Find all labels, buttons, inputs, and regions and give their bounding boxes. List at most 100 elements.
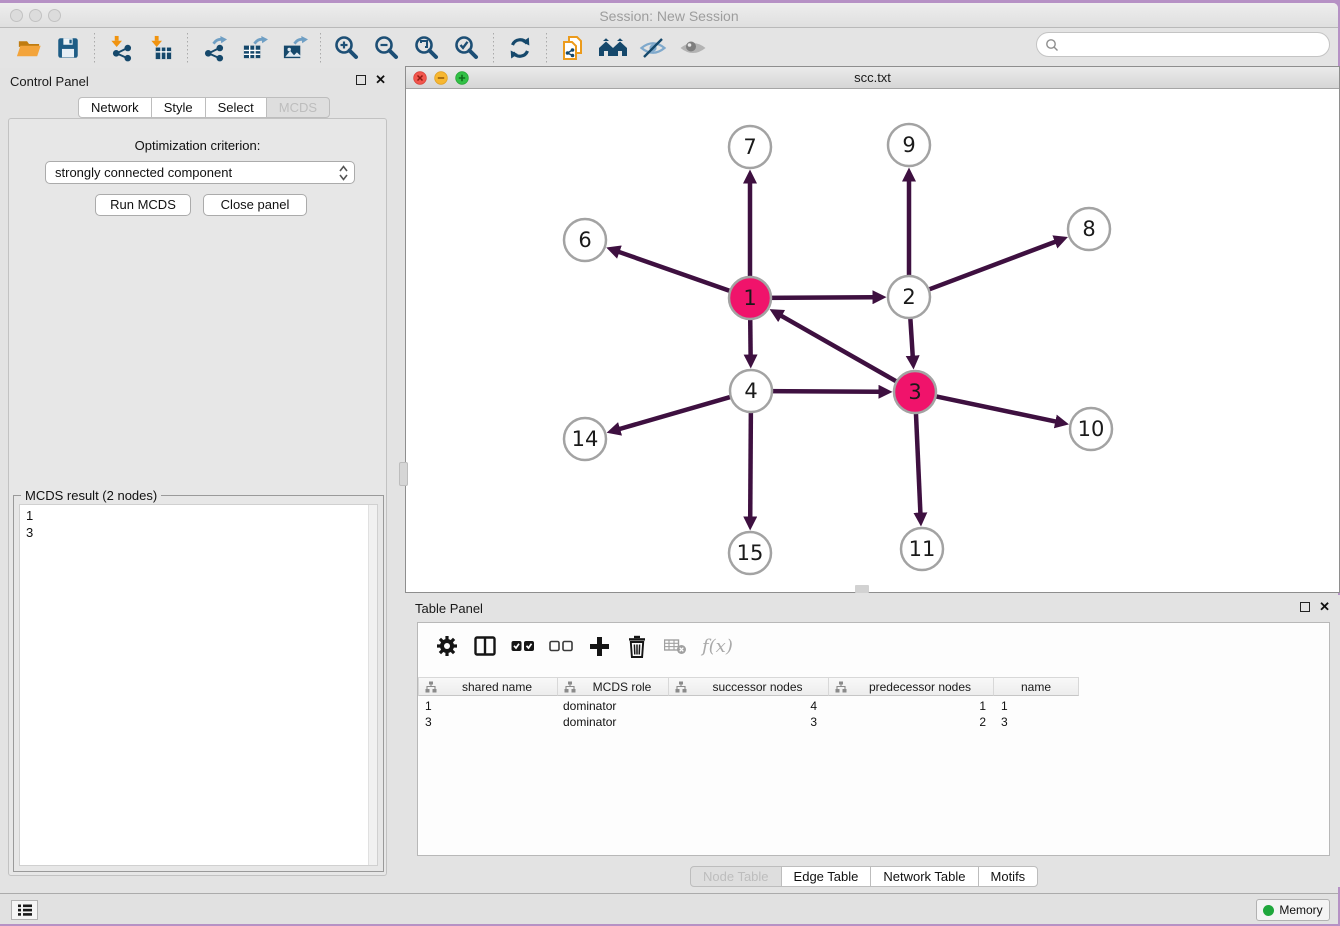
graph-node-10[interactable]: 10 (1070, 408, 1112, 450)
destroy-table-icon[interactable] (662, 633, 688, 659)
show-panels-button[interactable] (11, 900, 38, 920)
float-panel-icon[interactable] (356, 75, 366, 85)
show-all-icon[interactable] (678, 33, 708, 63)
horizontal-splitter-grip[interactable] (855, 585, 869, 593)
graph-node-2[interactable]: 2 (888, 276, 930, 318)
graph-edge-1-6[interactable] (619, 252, 736, 293)
split-view-icon[interactable] (472, 633, 498, 659)
column-header-name[interactable]: name (994, 677, 1079, 696)
graph-edge-3-11[interactable] (916, 407, 921, 513)
network-canvas-svg[interactable]: 1 2 3 4 6 7 8 9 10 11 14 15 (406, 89, 1339, 592)
zoom-out-icon[interactable] (372, 33, 402, 63)
cell-name[interactable]: 1 (994, 698, 1079, 714)
tab-style[interactable]: Style (151, 97, 206, 118)
graph-node-4[interactable]: 4 (730, 370, 772, 412)
tab-network-table[interactable]: Network Table (870, 866, 978, 887)
result-scrollbar[interactable] (368, 505, 377, 865)
table-panel-tabs: Node Table Edge Table Network Table Moti… (690, 866, 1038, 887)
tab-motifs[interactable]: Motifs (978, 866, 1039, 887)
graph-edge-4-14[interactable] (620, 395, 737, 429)
vertical-splitter-grip[interactable] (399, 462, 408, 486)
svg-text:2: 2 (902, 285, 915, 309)
tab-mcds[interactable]: MCDS (266, 97, 330, 118)
open-session-icon[interactable] (13, 33, 43, 63)
delete-column-icon[interactable] (624, 633, 650, 659)
svg-text:3: 3 (908, 380, 921, 404)
cell-predecessor-nodes[interactable]: 1 (829, 698, 994, 714)
export-table-icon[interactable] (239, 33, 269, 63)
mcds-result-box: MCDS result (2 nodes) 1 3 (13, 495, 384, 872)
graph-node-6[interactable]: 6 (564, 219, 606, 261)
control-panel: Control Panel ✕ Network Style Select MCD… (0, 68, 396, 884)
graph-edge-4-3[interactable] (766, 391, 879, 392)
deselect-all-columns-icon[interactable] (548, 633, 574, 659)
toolbar-divider (546, 33, 547, 63)
graph-edge-2-8[interactable] (923, 242, 1055, 292)
zoom-selected-icon[interactable] (452, 33, 482, 63)
memory-status-dot (1263, 905, 1274, 916)
refresh-view-icon[interactable] (505, 33, 535, 63)
close-table-panel-icon[interactable]: ✕ (1319, 602, 1330, 612)
tab-edge-table[interactable]: Edge Table (781, 866, 872, 887)
search-field[interactable] (1036, 32, 1330, 57)
zoom-fit-icon[interactable] (412, 33, 442, 63)
clone-network-icon[interactable] (558, 33, 588, 63)
cell-mcds-role[interactable]: dominator (558, 714, 669, 730)
import-table-icon[interactable] (146, 33, 176, 63)
graph-node-3[interactable]: 3 (894, 371, 936, 413)
run-mcds-button[interactable]: Run MCDS (95, 194, 191, 216)
graph-node-14[interactable]: 14 (564, 418, 606, 460)
first-neighbors-icon[interactable] (598, 33, 628, 63)
graph-node-15[interactable]: 15 (729, 532, 771, 574)
function-builder-icon[interactable]: f(x) (702, 636, 733, 657)
save-session-icon[interactable] (53, 33, 83, 63)
zoom-in-icon[interactable] (332, 33, 362, 63)
graph-node-8[interactable]: 8 (1068, 208, 1110, 250)
column-header-predecessor-nodes[interactable]: predecessor nodes (829, 677, 994, 696)
hide-selected-icon[interactable] (638, 33, 668, 63)
table-settings-icon[interactable] (434, 633, 460, 659)
import-network-icon[interactable] (106, 33, 136, 63)
select-all-columns-icon[interactable] (510, 633, 536, 659)
graph-node-11[interactable]: 11 (901, 528, 943, 570)
search-input[interactable] (1064, 37, 1329, 52)
graph-edge-4-15[interactable] (750, 406, 751, 517)
cell-shared-name[interactable]: 3 (418, 714, 558, 730)
tab-network[interactable]: Network (78, 97, 152, 118)
network-canvas[interactable]: 1 2 3 4 6 7 8 9 10 11 14 15 (406, 89, 1339, 592)
tree-icon (675, 681, 687, 693)
cell-mcds-role[interactable]: dominator (558, 698, 669, 714)
mcds-result-text: 1 3 (20, 505, 377, 543)
close-panel-icon[interactable]: ✕ (375, 75, 386, 85)
table-row[interactable]: 3 dominator 3 2 3 (418, 714, 1079, 730)
criterion-select[interactable]: strongly connected component (45, 161, 355, 184)
mcds-result-area[interactable]: 1 3 (19, 504, 378, 866)
control-panel-tabs: Network Style Select MCDS (78, 97, 330, 118)
column-header-successor-nodes[interactable]: successor nodes (669, 677, 829, 696)
svg-text:10: 10 (1078, 417, 1105, 441)
graph-node-1[interactable]: 1 (729, 277, 771, 319)
export-network-icon[interactable] (199, 33, 229, 63)
table-row[interactable]: 1 dominator 4 1 1 (418, 698, 1079, 714)
tab-select[interactable]: Select (205, 97, 267, 118)
graph-edge-3-1[interactable] (781, 316, 902, 385)
export-image-icon[interactable] (279, 33, 309, 63)
close-panel-button[interactable]: Close panel (203, 194, 307, 216)
tab-node-table[interactable]: Node Table (690, 866, 782, 887)
cell-predecessor-nodes[interactable]: 2 (829, 714, 994, 730)
network-window-titlebar[interactable]: scc.txt (406, 67, 1339, 89)
graph-edge-1-2[interactable] (765, 297, 873, 298)
create-column-icon[interactable] (586, 633, 612, 659)
graph-node-7[interactable]: 7 (729, 126, 771, 168)
column-header-shared-name[interactable]: shared name (418, 677, 558, 696)
cell-successor-nodes[interactable]: 4 (669, 698, 829, 714)
graph-edge-3-10[interactable] (930, 395, 1056, 422)
memory-button[interactable]: Memory (1256, 899, 1330, 921)
cell-successor-nodes[interactable]: 3 (669, 714, 829, 730)
float-table-panel-icon[interactable] (1300, 602, 1310, 612)
mcds-panel: Optimization criterion: strongly connect… (8, 118, 387, 876)
graph-node-9[interactable]: 9 (888, 124, 930, 166)
cell-shared-name[interactable]: 1 (418, 698, 558, 714)
column-header-mcds-role[interactable]: MCDS role (558, 677, 669, 696)
cell-name[interactable]: 3 (994, 714, 1079, 730)
